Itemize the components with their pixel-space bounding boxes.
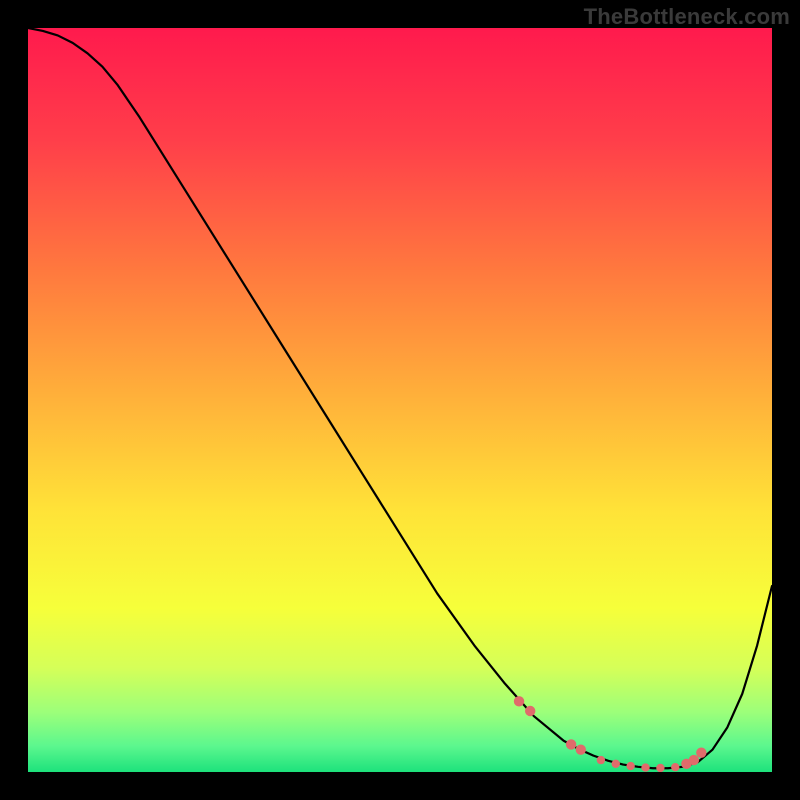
plot-area — [28, 28, 772, 772]
gradient-background — [28, 28, 772, 772]
marker-point — [514, 696, 524, 706]
marker-point — [612, 760, 620, 768]
marker-point — [525, 706, 535, 716]
marker-point — [696, 747, 706, 757]
chart-frame: TheBottleneck.com — [0, 0, 800, 800]
marker-point — [689, 755, 699, 765]
marker-point — [641, 763, 649, 771]
watermark-text: TheBottleneck.com — [584, 4, 790, 30]
marker-point — [597, 756, 605, 764]
marker-point — [576, 744, 586, 754]
marker-point — [656, 764, 664, 772]
marker-point — [566, 739, 576, 749]
plot-svg — [28, 28, 772, 772]
marker-point — [671, 763, 679, 771]
marker-point — [626, 762, 634, 770]
